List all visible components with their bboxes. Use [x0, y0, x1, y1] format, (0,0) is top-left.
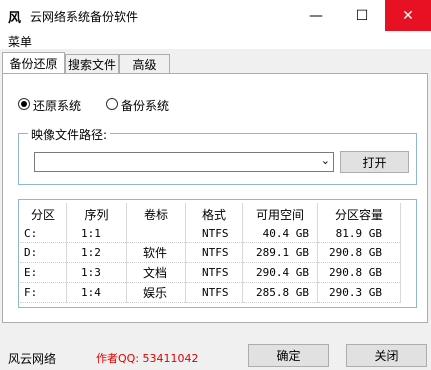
column-header[interactable]: 可用空间: [242, 203, 318, 225]
image-path-legend: 映像文件路径:: [28, 126, 111, 143]
author-contact: 作者QQ: 53411042: [96, 352, 199, 365]
cell-capacity: 290.3 GB: [317, 282, 401, 303]
cell-sequence: 1:2: [66, 242, 127, 263]
cell-partition: D:: [20, 242, 67, 263]
ok-button[interactable]: 确定: [248, 344, 329, 367]
chevron-down-icon[interactable]: ⌄: [321, 154, 330, 167]
cell-free-space: 40.4 GB: [242, 225, 318, 243]
table-row[interactable]: F: 1:4 娱乐 NTFS 285.8 GB 290.3 GB: [20, 282, 401, 303]
tab-backup-restore[interactable]: 备份还原: [2, 52, 65, 74]
table-row[interactable]: C: 1:1 NTFS 40.4 GB 81.9 GB: [20, 225, 401, 243]
tab-search-files[interactable]: 搜索文件: [65, 54, 119, 74]
cell-label: 软件: [126, 242, 186, 263]
close-button[interactable]: 关闭: [346, 344, 427, 367]
cell-format: NTFS: [185, 225, 243, 243]
cell-format: NTFS: [185, 282, 243, 303]
cell-partition: F:: [20, 282, 67, 303]
cell-sequence: 1:1: [66, 225, 127, 243]
menu-item-main[interactable]: 菜单: [8, 33, 32, 50]
cell-free-space: 289.1 GB: [242, 242, 318, 263]
close-window-button[interactable]: ✕: [385, 0, 431, 31]
cell-capacity: 290.8 GB: [317, 242, 401, 263]
cell-label: [126, 225, 186, 243]
cell-sequence: 1:4: [66, 282, 127, 303]
column-header[interactable]: 格式: [185, 203, 243, 225]
column-header[interactable]: 分区容量: [317, 203, 401, 225]
maximize-button[interactable]: ☐: [339, 0, 385, 31]
table-header-row: 分区 序列 卷标 格式 可用空间 分区容量: [20, 203, 401, 225]
column-header[interactable]: 卷标: [126, 203, 186, 225]
cell-free-space: 290.4 GB: [242, 262, 318, 283]
cell-partition: E:: [20, 262, 67, 283]
partition-table: 分区 序列 卷标 格式 可用空间 分区容量 C: 1:1 NTFS 40.4 G…: [20, 203, 401, 303]
tab-advanced[interactable]: 高级: [119, 54, 170, 74]
column-header[interactable]: 分区: [20, 203, 67, 225]
cell-sequence: 1:3: [66, 262, 127, 283]
brand-text: 风云网络: [8, 352, 57, 366]
cell-format: NTFS: [185, 262, 243, 283]
cell-format: NTFS: [185, 242, 243, 263]
backup-radio[interactable]: [106, 98, 118, 110]
app-icon: 风: [8, 11, 22, 26]
restore-radio[interactable]: [18, 98, 30, 110]
cell-label: 娱乐: [126, 282, 186, 303]
column-header[interactable]: 序列: [66, 203, 127, 225]
window-title: 云网络系统备份软件: [30, 10, 139, 24]
cell-free-space: 285.8 GB: [242, 282, 318, 303]
cell-capacity: 290.8 GB: [317, 262, 401, 283]
cell-capacity: 81.9 GB: [317, 225, 401, 243]
restore-radio-label[interactable]: 还原系统: [33, 97, 81, 114]
open-button[interactable]: 打开: [340, 151, 409, 173]
table-row[interactable]: D: 1:2 软件 NTFS 289.1 GB 290.8 GB: [20, 242, 401, 263]
menu-bar: [0, 31, 431, 49]
cell-label: 文档: [126, 262, 186, 283]
cell-partition: C:: [20, 225, 67, 243]
table-row[interactable]: E: 1:3 文档 NTFS 290.4 GB 290.8 GB: [20, 262, 401, 283]
backup-radio-label[interactable]: 备份系统: [121, 97, 169, 114]
image-path-combobox[interactable]: ⌄: [34, 152, 334, 172]
minimize-button[interactable]: —: [293, 0, 339, 31]
